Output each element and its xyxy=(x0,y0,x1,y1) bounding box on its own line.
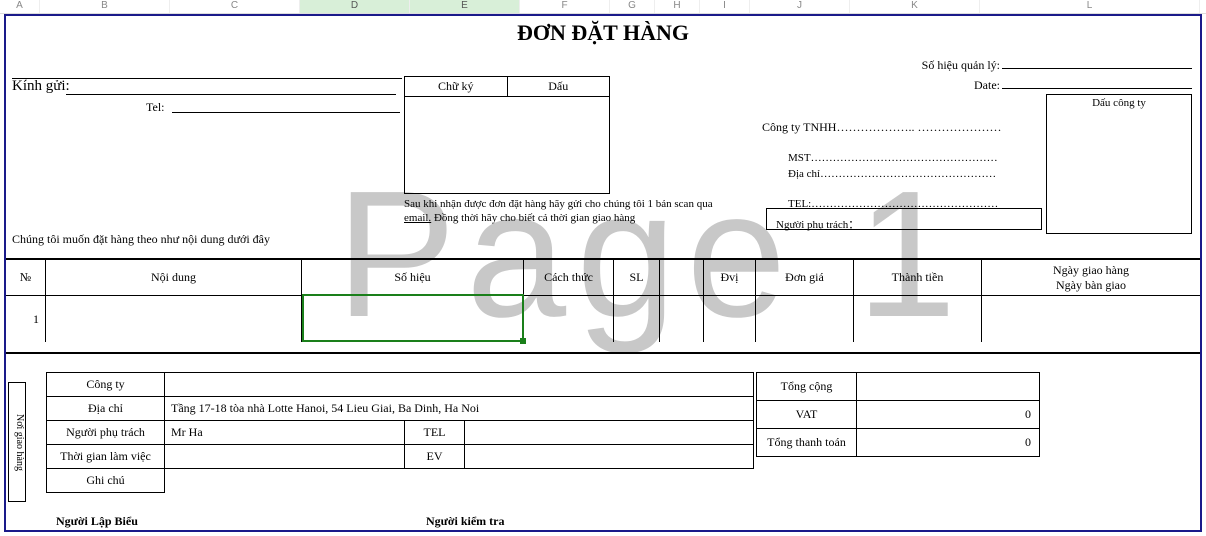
td-cachthuc[interactable] xyxy=(524,296,614,342)
date-line xyxy=(1002,88,1192,89)
col-H[interactable]: H xyxy=(655,0,700,13)
so-hieu-ql-line xyxy=(1002,68,1192,69)
th-dongia: Đơn giá xyxy=(756,260,854,295)
so-hieu-ql-label: Số hiệu quản lý: xyxy=(922,58,1000,73)
td-sl2[interactable] xyxy=(660,296,704,342)
lbl-ghichu: Ghi chú xyxy=(47,469,165,493)
col-F[interactable]: F xyxy=(520,0,610,13)
signature-box: Chữ ký Dấu xyxy=(404,76,610,194)
th-cachthuc: Cách thức xyxy=(524,260,614,295)
th-no: № xyxy=(6,260,46,295)
page-title: ĐƠN ĐẶT HÀNG xyxy=(6,20,1200,46)
lbl-vat: VAT xyxy=(757,401,857,429)
td-ngay[interactable] xyxy=(982,296,1200,342)
lbl-lapbieu: Người Lập Biểu xyxy=(56,514,138,529)
val-tongtt[interactable]: 0 xyxy=(857,429,1040,457)
scan-note: Sau khi nhận được đơn đặt hàng hãy gửi c… xyxy=(404,198,834,226)
td-noidung[interactable] xyxy=(46,296,302,342)
col-G[interactable]: G xyxy=(610,0,655,13)
column-headers: A B C D E F G H I J K L xyxy=(0,0,1206,14)
th-thanhtien: Thành tiền xyxy=(854,260,982,295)
print-area: Page 1 ĐƠN ĐẶT HÀNG Kính gửi: Tel: Số hi… xyxy=(4,14,1202,532)
col-A[interactable]: A xyxy=(0,0,40,13)
delivery-table: Công ty Địa chỉ Tầng 17-18 tòa nhà Lotte… xyxy=(46,372,754,493)
row-tongtt: Tổng thanh toán 0 xyxy=(757,429,1040,457)
td-no[interactable]: 1 xyxy=(6,296,46,342)
val-ev[interactable] xyxy=(465,445,754,469)
company-stamp-box: Dấu công ty xyxy=(1046,94,1192,234)
lbl-tongtt: Tổng thanh toán xyxy=(757,429,857,457)
sig-dau-label: Dấu xyxy=(508,77,610,96)
col-J[interactable]: J xyxy=(750,0,850,13)
row-vat: VAT 0 xyxy=(757,401,1040,429)
spreadsheet-page: A B C D E F G H I J K L Page 1 ĐƠN ĐẶT H… xyxy=(0,0,1206,536)
totals-block: Tổng cộng VAT 0 Tổng thanh toán 0 xyxy=(756,372,1040,457)
order-table: № Nội dung Số hiệu Cách thức SL Đvị Đơn … xyxy=(6,258,1200,354)
row-tongcong: Tổng cộng xyxy=(757,373,1040,401)
lbl-diachi: Địa chỉ xyxy=(47,397,165,421)
lbl-congty: Công ty xyxy=(47,373,165,397)
th-noidung: Nội dung xyxy=(46,260,302,295)
th-ngay: Ngày giao hàng Ngày bàn giao xyxy=(982,260,1200,295)
lbl-tongcong: Tổng cộng xyxy=(757,373,857,401)
diachi-label: Địa chỉ………………………………………… xyxy=(788,168,996,180)
row-ghichu: Ghi chú xyxy=(47,469,754,493)
col-I[interactable]: I xyxy=(700,0,750,13)
th-sl2 xyxy=(660,260,704,295)
row-diachi: Địa chỉ Tầng 17-18 tòa nhà Lotte Hanoi, … xyxy=(47,397,754,421)
date-label: Date: xyxy=(974,78,1000,93)
company-label: Công ty TNHH……………….. ………………… xyxy=(762,120,1001,135)
mst-label: MST…………………………………………… xyxy=(788,152,998,164)
row-congty: Công ty xyxy=(47,373,754,397)
val-nguoipt[interactable]: Mr Ha xyxy=(165,421,405,445)
tel-line xyxy=(172,112,400,113)
td-thanhtien[interactable] xyxy=(854,296,982,342)
val-vat[interactable]: 0 xyxy=(857,401,1040,429)
delivery-block: Nơi giao hàng Công ty Địa chỉ Tầng 17-18… xyxy=(6,372,756,512)
lbl-nguoipt: Người phụ trách xyxy=(47,421,165,445)
col-K[interactable]: K xyxy=(850,0,980,13)
col-E[interactable]: E xyxy=(410,0,520,13)
delivery-side-label: Nơi giao hàng xyxy=(8,382,26,502)
val-tongcong[interactable] xyxy=(857,373,1040,401)
order-note: Chúng tôi muốn đặt hàng theo như nội dun… xyxy=(12,232,270,247)
kinh-gui-line xyxy=(66,94,396,95)
col-C[interactable]: C xyxy=(170,0,300,13)
lbl-ev: EV xyxy=(405,445,465,469)
lbl-tglv: Thời gian làm việc xyxy=(47,445,165,469)
val-congty[interactable] xyxy=(165,373,754,397)
th-sohieu: Số hiệu xyxy=(302,260,524,295)
table-row[interactable]: 1 xyxy=(6,296,1200,342)
sig-chuky-label: Chữ ký xyxy=(405,77,508,96)
val-tglv[interactable] xyxy=(165,445,405,469)
val-diachi[interactable]: Tầng 17-18 tòa nhà Lotte Hanoi, 54 Lieu … xyxy=(165,397,754,421)
row-nguoipt: Người phụ trách Mr Ha TEL xyxy=(47,421,754,445)
col-B[interactable]: B xyxy=(40,0,170,13)
table-header-row: № Nội dung Số hiệu Cách thức SL Đvị Đơn … xyxy=(6,260,1200,296)
rule xyxy=(12,78,402,79)
val-ghichu[interactable] xyxy=(165,469,754,493)
td-dongia[interactable] xyxy=(756,296,854,342)
td-dvi[interactable] xyxy=(704,296,756,342)
val-tel[interactable] xyxy=(465,421,754,445)
stamp-label: Dấu công ty xyxy=(1047,95,1191,111)
lbl-tel: TEL xyxy=(405,421,465,445)
tel-label: Tel: xyxy=(146,100,165,115)
kinh-gui-label: Kính gửi: xyxy=(12,78,70,95)
th-sl: SL xyxy=(614,260,660,295)
col-D[interactable]: D xyxy=(300,0,410,13)
td-sl[interactable] xyxy=(614,296,660,342)
row-tglv: Thời gian làm việc EV xyxy=(47,445,754,469)
col-L[interactable]: L xyxy=(980,0,1200,13)
lbl-kiemtra: Người kiểm tra xyxy=(426,514,505,529)
td-sohieu[interactable] xyxy=(302,296,524,342)
th-dvi: Đvị xyxy=(704,260,756,295)
